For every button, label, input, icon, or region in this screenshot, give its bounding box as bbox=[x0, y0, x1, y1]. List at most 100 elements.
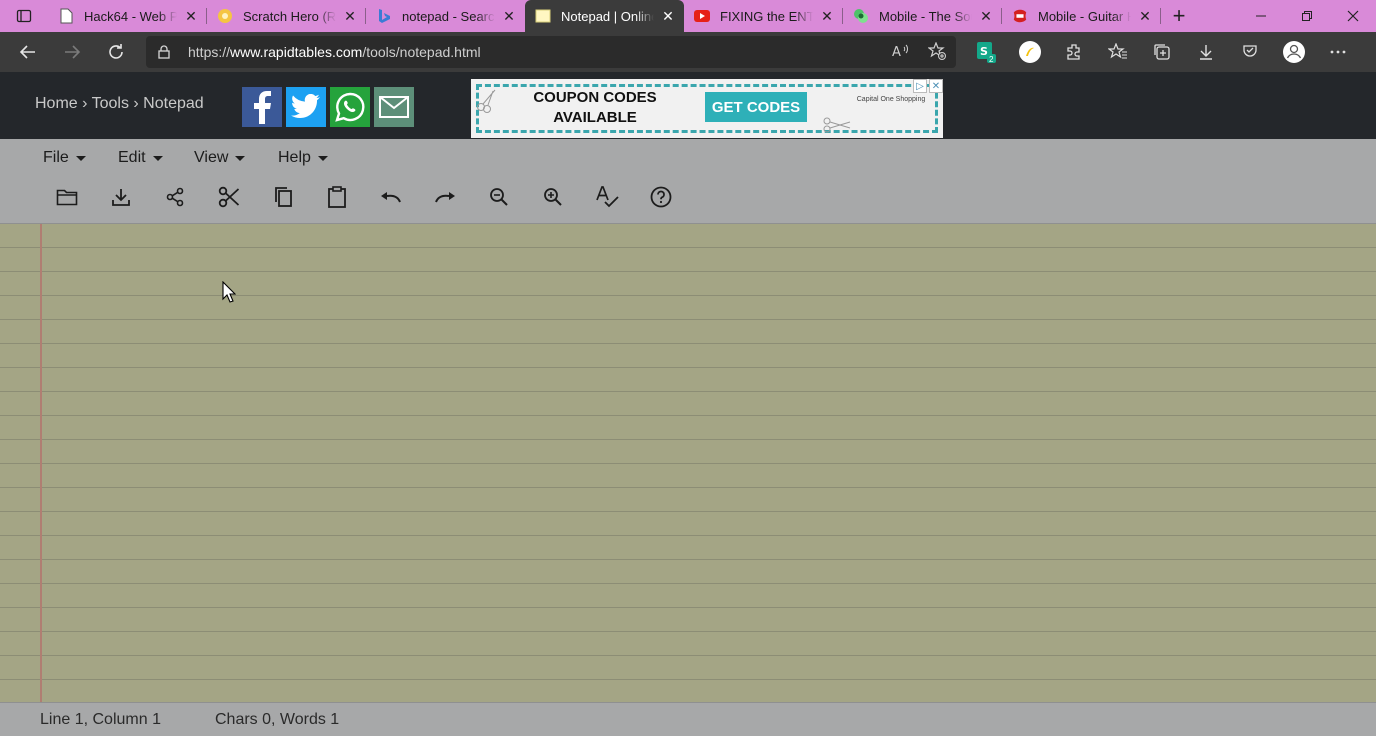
spellcheck-button[interactable] bbox=[580, 181, 634, 213]
twitter-share-button[interactable] bbox=[286, 87, 326, 127]
tab-strip: Hack64 - Web Pa ✕ Scratch Hero (Re ✕ not… bbox=[0, 0, 1376, 32]
close-icon bbox=[1347, 10, 1359, 22]
close-icon[interactable]: ✕ bbox=[183, 8, 199, 24]
browser-tab[interactable]: FIXING the ENTIR ✕ bbox=[684, 0, 843, 32]
yellow-extension-icon[interactable] bbox=[1008, 32, 1052, 72]
twitter-icon bbox=[291, 94, 320, 119]
tab-actions-icon bbox=[16, 9, 32, 23]
menu-edit[interactable]: Edit bbox=[118, 149, 194, 167]
ad-close-icon[interactable]: ✕ bbox=[929, 79, 943, 93]
help-button[interactable] bbox=[634, 181, 688, 213]
email-share-button[interactable] bbox=[374, 87, 414, 127]
browser-tab[interactable]: Hack64 - Web Pa ✕ bbox=[48, 0, 207, 32]
add-favorite-icon[interactable] bbox=[927, 40, 946, 63]
browser-essentials-icon[interactable] bbox=[1228, 32, 1272, 72]
restore-button[interactable] bbox=[1284, 0, 1330, 32]
notepad-toolbar: File Edit View Help bbox=[0, 139, 1376, 224]
scissors-icon bbox=[823, 117, 851, 133]
browser-tab[interactable]: Mobile - Guitar H ✕ bbox=[1002, 0, 1161, 32]
page-icon bbox=[58, 8, 74, 24]
browser-tab[interactable]: Mobile - The Sou ✕ bbox=[843, 0, 1002, 32]
browser-tab[interactable]: notepad - Search ✕ bbox=[366, 0, 525, 32]
download-icon bbox=[112, 189, 130, 206]
advertisement-banner[interactable]: COUPON CODES AVAILABLE GET CODES Capital… bbox=[471, 79, 943, 138]
forward-button[interactable] bbox=[50, 32, 94, 72]
tab-title: notepad - Search bbox=[402, 8, 495, 24]
menu-label: File bbox=[43, 149, 69, 166]
menu-view[interactable]: View bbox=[194, 149, 278, 167]
scratch-icon bbox=[217, 8, 233, 24]
social-share-buttons bbox=[242, 87, 414, 127]
browser-tab-active[interactable]: Notepad | Online ✕ bbox=[525, 0, 684, 32]
minimize-icon bbox=[1256, 15, 1266, 17]
tab-title: Notepad | Online bbox=[561, 8, 654, 24]
refresh-button[interactable] bbox=[94, 32, 138, 72]
open-button[interactable] bbox=[40, 181, 94, 213]
whatsapp-share-button[interactable] bbox=[330, 87, 370, 127]
tab-title: Hack64 - Web Pa bbox=[84, 8, 177, 24]
zoom-in-icon bbox=[544, 188, 562, 206]
menu-help[interactable]: Help bbox=[278, 149, 328, 167]
close-icon[interactable]: ✕ bbox=[342, 8, 358, 24]
tool-buttons bbox=[40, 181, 688, 213]
cut-button[interactable] bbox=[202, 181, 256, 213]
undo-button[interactable] bbox=[364, 181, 418, 213]
paste-button[interactable] bbox=[310, 181, 364, 213]
profile-icon[interactable] bbox=[1272, 32, 1316, 72]
breadcrumb[interactable]: Home › Tools › Notepad bbox=[35, 95, 204, 113]
copy-button[interactable] bbox=[256, 181, 310, 213]
extension-badge: 2 bbox=[989, 55, 994, 63]
mouse-cursor-icon bbox=[222, 281, 236, 303]
caret-down-icon bbox=[75, 155, 86, 161]
share-button[interactable] bbox=[148, 181, 202, 213]
download-button[interactable] bbox=[94, 181, 148, 213]
notepad-text-area[interactable] bbox=[0, 224, 1376, 702]
new-tab-button[interactable]: + bbox=[1161, 0, 1197, 32]
tab-actions-button[interactable] bbox=[0, 0, 48, 32]
url-path: /tools/notepad.html bbox=[362, 44, 481, 60]
get-codes-button[interactable]: GET CODES bbox=[705, 92, 807, 122]
zoom-in-button[interactable] bbox=[526, 181, 580, 213]
undo-icon bbox=[381, 192, 401, 203]
close-icon[interactable]: ✕ bbox=[1137, 8, 1153, 24]
redo-icon bbox=[435, 192, 455, 203]
notepad-icon bbox=[535, 8, 551, 24]
sheets-extension-icon[interactable]: S2 bbox=[964, 32, 1008, 72]
email-icon bbox=[379, 96, 409, 118]
lock-icon bbox=[158, 45, 174, 59]
minimize-button[interactable] bbox=[1238, 0, 1284, 32]
redo-button[interactable] bbox=[418, 181, 472, 213]
close-icon[interactable]: ✕ bbox=[660, 8, 676, 24]
close-icon[interactable]: ✕ bbox=[978, 8, 994, 24]
back-button[interactable] bbox=[6, 32, 50, 72]
more-options-icon[interactable] bbox=[1316, 32, 1360, 72]
forward-arrow-icon bbox=[65, 45, 81, 59]
collections-icon[interactable] bbox=[1140, 32, 1184, 72]
zoom-out-button[interactable] bbox=[472, 181, 526, 213]
ad-choices: ▷ ✕ bbox=[913, 79, 943, 93]
menu-file[interactable]: File bbox=[43, 149, 118, 167]
tab-title: Mobile - The Sou bbox=[879, 8, 972, 24]
adchoices-icon[interactable]: ▷ bbox=[913, 79, 927, 93]
close-icon[interactable]: ✕ bbox=[819, 8, 835, 24]
ad-brand: Capital One Shopping bbox=[856, 96, 926, 103]
menu-label: Edit bbox=[118, 149, 146, 166]
downloads-icon[interactable] bbox=[1184, 32, 1228, 72]
paper-margin-line bbox=[40, 224, 42, 702]
extensions-icon[interactable] bbox=[1052, 32, 1096, 72]
cut-icon bbox=[218, 186, 240, 208]
menu-label: View bbox=[194, 149, 229, 166]
browser-tab[interactable]: Scratch Hero (Re ✕ bbox=[207, 0, 366, 32]
paste-icon bbox=[328, 186, 346, 208]
browser-toolbar: https://www.rapidtables.com/tools/notepa… bbox=[0, 32, 1376, 72]
read-aloud-icon[interactable]: A bbox=[892, 43, 910, 62]
close-icon[interactable]: ✕ bbox=[501, 8, 517, 24]
facebook-share-button[interactable] bbox=[242, 87, 282, 127]
url-host: www.rapidtables.com bbox=[230, 44, 363, 60]
url-text: https://www.rapidtables.com/tools/notepa… bbox=[188, 44, 481, 60]
favorites-icon[interactable] bbox=[1096, 32, 1140, 72]
address-bar[interactable]: https://www.rapidtables.com/tools/notepa… bbox=[146, 36, 956, 68]
close-window-button[interactable] bbox=[1330, 0, 1376, 32]
window-controls bbox=[1238, 0, 1376, 32]
restore-icon bbox=[1302, 11, 1312, 21]
